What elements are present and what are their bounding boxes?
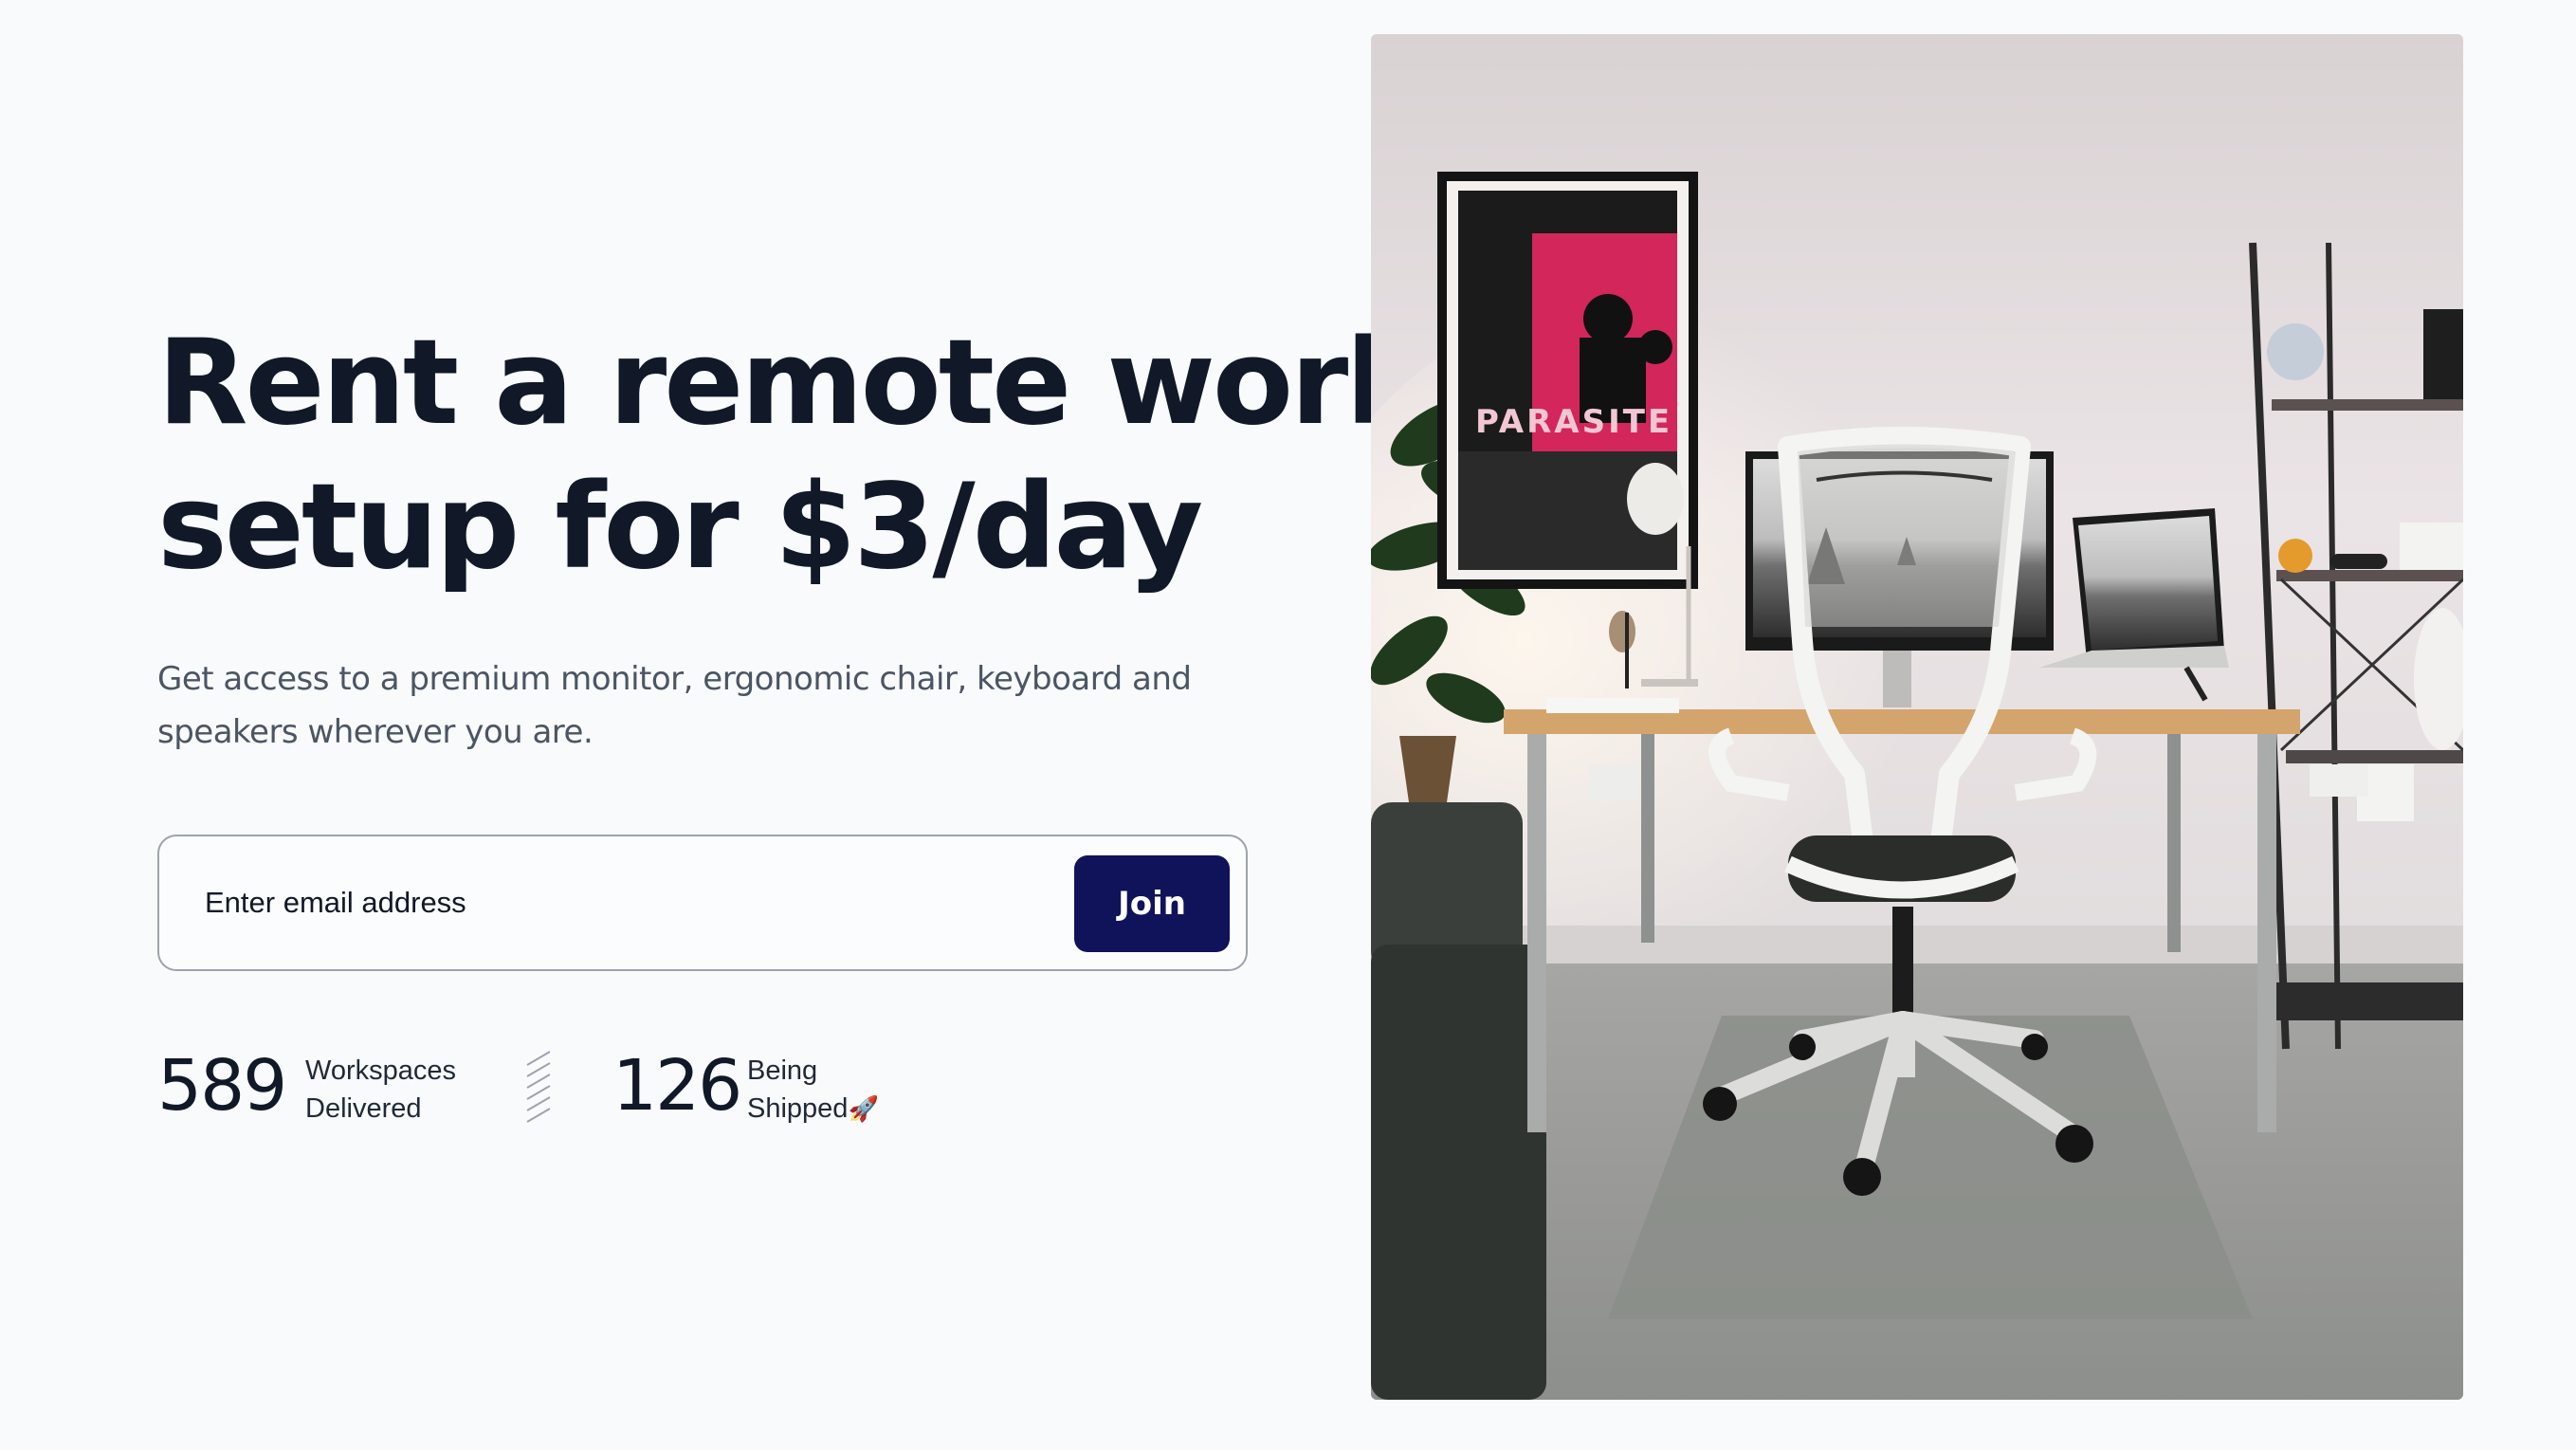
workspace-illustration: PARASITE xyxy=(1371,34,2463,1400)
shipped-label-line-1: Being xyxy=(747,1055,818,1086)
headline-line-1: Rent a remote work xyxy=(157,315,1424,451)
shipped-label: Being Shipped🚀 xyxy=(747,1052,879,1128)
delivered-label-line-2: Delivered xyxy=(305,1093,422,1124)
shipped-label-line-2: Shipped🚀 xyxy=(747,1090,879,1128)
poster-title: PARASITE xyxy=(1475,403,1672,441)
headline-line-2: setup for $3/day xyxy=(157,459,1203,596)
hatched-divider-icon xyxy=(526,1051,551,1123)
email-input[interactable] xyxy=(205,869,1115,937)
stats-row: 589 Workspaces Delivered 126 Being Shipp… xyxy=(157,1038,1011,1133)
delivered-label: Workspaces Delivered xyxy=(305,1052,456,1128)
delivered-count: 589 xyxy=(157,1045,287,1127)
shipped-label-text: Shipped xyxy=(747,1093,849,1124)
rocket-icon: 🚀 xyxy=(848,1094,879,1123)
shipped-count: 126 xyxy=(612,1045,742,1127)
delivered-label-line-1: Workspaces xyxy=(305,1055,457,1086)
signup-form: Join xyxy=(157,835,1248,971)
workspace-photo: PARASITE xyxy=(1371,34,2463,1400)
subtitle-line-2: speakers wherever you are. xyxy=(157,713,594,751)
join-button[interactable]: Join xyxy=(1074,855,1230,952)
hero-subtitle: Get access to a premium monitor, ergonom… xyxy=(157,652,1238,759)
subtitle-line-1: Get access to a premium monitor, ergonom… xyxy=(157,660,1192,698)
hero-headline: Rent a remote work setup for $3/day xyxy=(157,311,1424,599)
